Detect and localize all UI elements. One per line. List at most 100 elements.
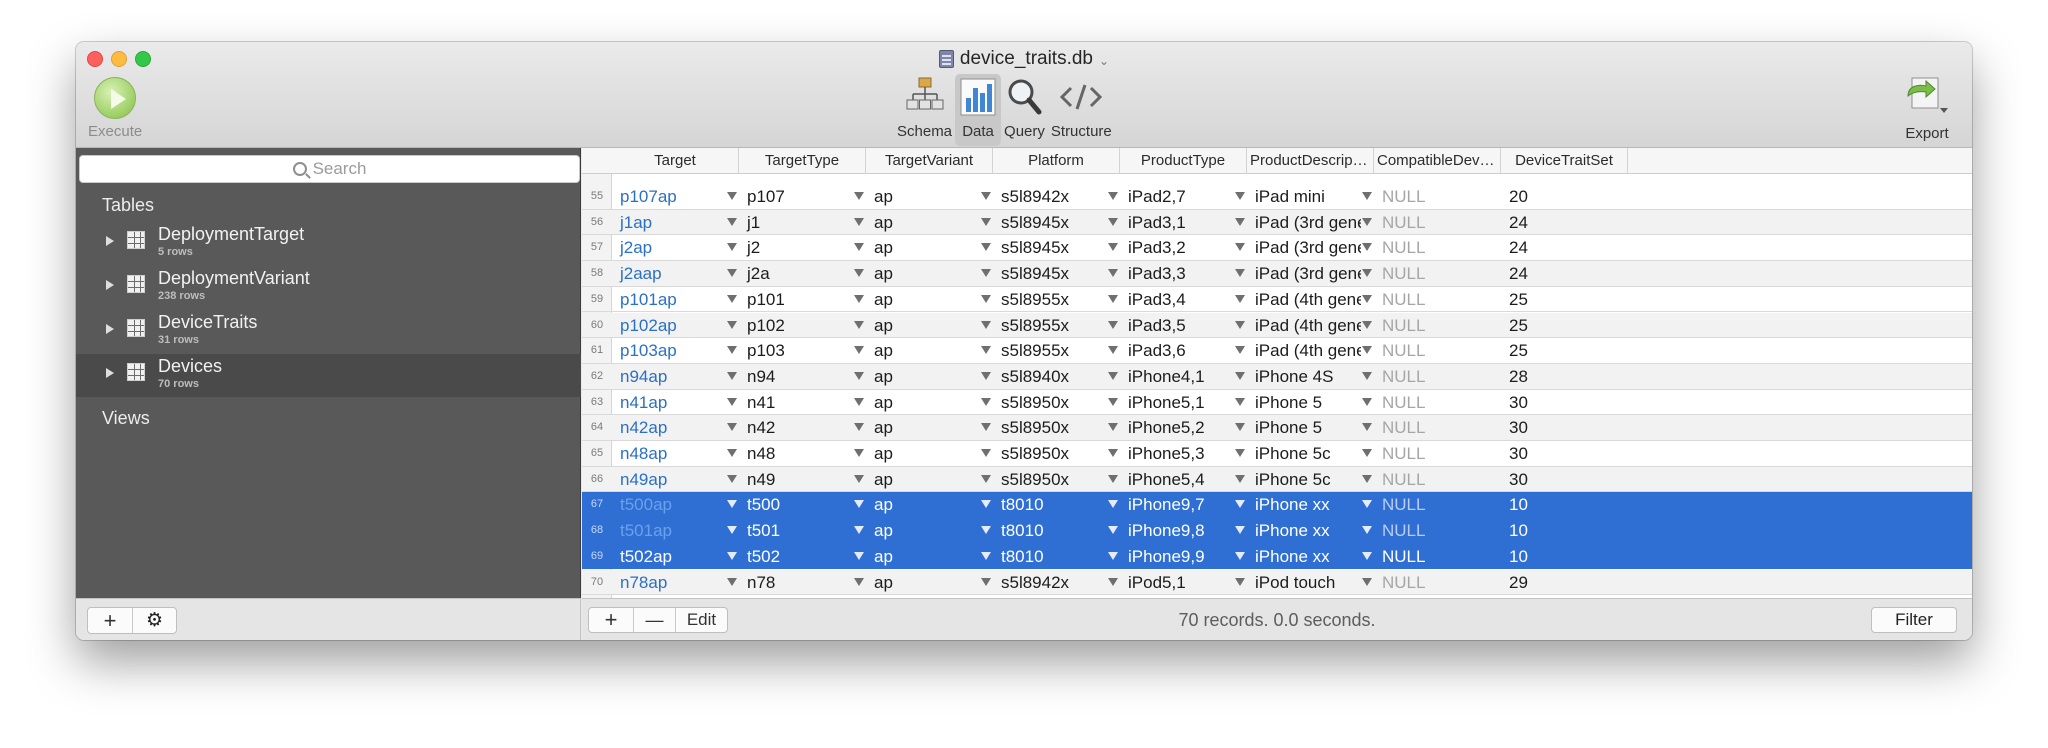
cell-compatibledevice[interactable]: NULL [1378, 544, 1488, 569]
cell-devicetraitset[interactable]: 10 [1505, 518, 1625, 543]
dropdown-arrow-icon[interactable] [981, 551, 991, 560]
cell-producttype[interactable]: iPhone4,1 [1124, 364, 1234, 389]
cell-compatibledevice[interactable]: NULL [1378, 261, 1488, 286]
dropdown-arrow-icon[interactable] [1108, 192, 1118, 200]
cell-platform[interactable]: s5l8940x [997, 364, 1107, 389]
cell-target[interactable]: n78ap [616, 570, 726, 595]
cell-targetvariant[interactable]: ap [870, 261, 980, 286]
dropdown-arrow-icon[interactable] [854, 320, 864, 329]
dropdown-arrow-icon[interactable] [1235, 192, 1245, 200]
cell-target[interactable]: n94ap [616, 364, 726, 389]
cell-producttype[interactable]: iPod5,1 [1124, 570, 1234, 595]
dropdown-arrow-icon[interactable] [854, 449, 864, 457]
cell-productdescription[interactable]: iPad (4th genera... [1251, 287, 1361, 312]
dropdown-arrow-icon[interactable] [854, 192, 864, 200]
cell-target[interactable]: p103ap [616, 338, 726, 363]
cell-target[interactable]: n42ap [616, 415, 726, 440]
dropdown-arrow-icon[interactable] [854, 371, 864, 380]
cell-targetvariant[interactable]: ap [870, 544, 980, 569]
dropdown-arrow-icon[interactable] [981, 192, 991, 200]
dropdown-arrow-icon[interactable] [1108, 269, 1118, 278]
cell-productdescription[interactable]: iPad (3rd genera... [1251, 210, 1361, 235]
cell-devicetraitset[interactable]: 24 [1505, 261, 1625, 286]
table-row[interactable]: 58 j2aap j2a ap s5l8945x iPad3,3 iPad (3rd gen… [582, 261, 1972, 287]
column-header-targetvariant[interactable]: TargetVariant [866, 148, 993, 174]
cell-targetvariant[interactable]: ap [870, 415, 980, 440]
table-row[interactable]: 65 n48ap n48 ap s5l8950x iPhone5,3 iPhone 5c NU… [582, 441, 1972, 467]
cell-productdescription[interactable]: iPad (3rd genera... [1251, 261, 1361, 286]
cell-compatibledevice[interactable]: NULL [1378, 467, 1488, 492]
cell-platform[interactable]: s5l8945x [997, 235, 1107, 260]
disclosure-triangle-icon[interactable] [106, 368, 114, 378]
dropdown-arrow-icon[interactable] [854, 294, 864, 303]
cell-platform[interactable]: s5l8950x [997, 467, 1107, 492]
cell-target[interactable]: j1ap [616, 210, 726, 235]
dropdown-arrow-icon[interactable] [1108, 294, 1118, 303]
cell-productdescription[interactable]: iPad (3rd genera... [1251, 235, 1361, 260]
cell-compatibledevice[interactable]: NULL [1378, 390, 1488, 415]
cell-targettype[interactable]: j2 [743, 235, 853, 260]
cell-platform[interactable]: s5l8945x [997, 210, 1107, 235]
dropdown-arrow-icon[interactable] [1362, 526, 1372, 535]
cell-platform[interactable]: s5l8945x [997, 261, 1107, 286]
dropdown-arrow-icon[interactable] [1108, 551, 1118, 560]
disclosure-triangle-icon[interactable] [106, 236, 114, 246]
cell-producttype[interactable]: iPhone9,9 [1124, 544, 1234, 569]
dropdown-arrow-icon[interactable] [1362, 449, 1372, 457]
dropdown-arrow-icon[interactable] [1108, 397, 1118, 406]
dropdown-arrow-icon[interactable] [854, 526, 864, 535]
cell-productdescription[interactable]: iPod touch [1251, 570, 1361, 595]
cell-platform[interactable]: s5l8955x [997, 287, 1107, 312]
dropdown-arrow-icon[interactable] [1362, 577, 1372, 586]
dropdown-arrow-icon[interactable] [727, 577, 737, 586]
dropdown-arrow-icon[interactable] [1108, 474, 1118, 483]
dropdown-arrow-icon[interactable] [1235, 449, 1245, 457]
cell-targettype[interactable]: t500 [743, 492, 853, 517]
dropdown-arrow-icon[interactable] [727, 243, 737, 252]
dropdown-arrow-icon[interactable] [727, 371, 737, 380]
dropdown-arrow-icon[interactable] [981, 449, 991, 457]
cell-platform[interactable]: s5l8955x [997, 313, 1107, 338]
dropdown-arrow-icon[interactable] [1235, 269, 1245, 278]
cell-producttype[interactable]: iPad2,7 [1124, 184, 1234, 209]
dropdown-arrow-icon[interactable] [1108, 526, 1118, 535]
dropdown-arrow-icon[interactable] [1108, 500, 1118, 509]
dropdown-arrow-icon[interactable] [1108, 449, 1118, 457]
cell-targettype[interactable]: n41 [743, 390, 853, 415]
dropdown-arrow-icon[interactable] [727, 217, 737, 226]
dropdown-arrow-icon[interactable] [1235, 243, 1245, 252]
cell-platform[interactable]: s5l8950x [997, 390, 1107, 415]
dropdown-arrow-icon[interactable] [981, 397, 991, 406]
dropdown-arrow-icon[interactable] [1362, 217, 1372, 226]
cell-targettype[interactable]: n42 [743, 415, 853, 440]
cell-target[interactable]: j2ap [616, 235, 726, 260]
cell-targetvariant[interactable]: ap [870, 313, 980, 338]
dropdown-arrow-icon[interactable] [1108, 320, 1118, 329]
dropdown-arrow-icon[interactable] [1108, 243, 1118, 252]
dropdown-arrow-icon[interactable] [981, 526, 991, 535]
dropdown-arrow-icon[interactable] [727, 192, 737, 200]
table-row[interactable]: 63 n41ap n41 ap s5l8950x iPhone5,1 iPhone 5 NUL… [582, 390, 1972, 416]
dropdown-arrow-icon[interactable] [981, 269, 991, 278]
dropdown-arrow-icon[interactable] [981, 320, 991, 329]
cell-devicetraitset[interactable]: 28 [1505, 364, 1625, 389]
cell-devicetraitset[interactable]: 30 [1505, 390, 1625, 415]
filter-button[interactable]: Filter [1871, 607, 1957, 633]
dropdown-arrow-icon[interactable] [727, 269, 737, 278]
cell-targetvariant[interactable]: ap [870, 184, 980, 209]
dropdown-arrow-icon[interactable] [1235, 371, 1245, 380]
cell-compatibledevice[interactable]: NULL [1378, 184, 1488, 209]
cell-devicetraitset[interactable]: 10 [1505, 492, 1625, 517]
dropdown-arrow-icon[interactable] [854, 474, 864, 483]
cell-devicetraitset[interactable]: 30 [1505, 467, 1625, 492]
cell-platform[interactable]: t8010 [997, 518, 1107, 543]
cell-targettype[interactable]: n49 [743, 467, 853, 492]
cell-producttype[interactable]: iPad3,3 [1124, 261, 1234, 286]
cell-producttype[interactable]: iPhone5,4 [1124, 467, 1234, 492]
dropdown-arrow-icon[interactable] [1108, 217, 1118, 226]
dropdown-arrow-icon[interactable] [1235, 500, 1245, 509]
table-row[interactable]: 60 p102ap p102 ap s5l8955x iPad3,5 iPad (4th g… [582, 312, 1972, 339]
dropdown-arrow-icon[interactable] [1362, 294, 1372, 303]
cell-target[interactable]: t502ap [616, 544, 726, 569]
cell-targetvariant[interactable]: ap [870, 287, 980, 312]
